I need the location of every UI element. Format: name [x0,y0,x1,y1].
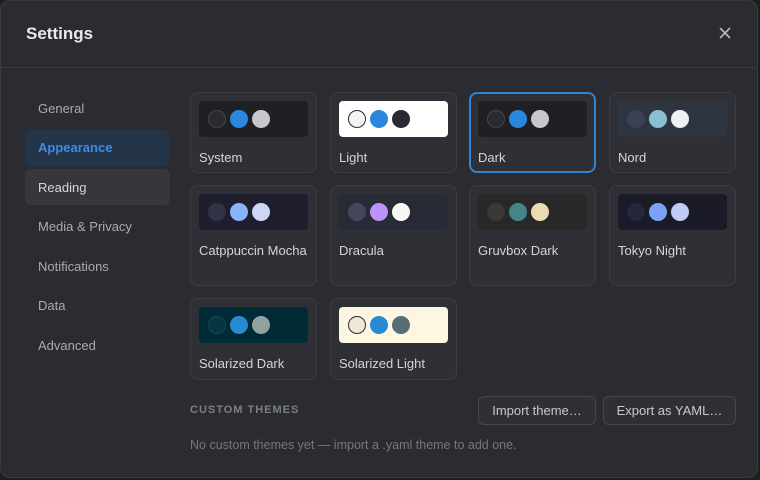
theme-card-label: Nord [618,150,647,165]
theme-card-label: Light [339,150,368,165]
theme-card-gruvbox-dark[interactable]: Gruvbox Dark [469,185,596,286]
theme-color-dot [531,110,549,128]
theme-color-dot [370,316,388,334]
theme-color-dot [487,203,505,221]
theme-color-dot [370,203,388,221]
theme-color-dot [208,110,226,128]
theme-color-dot [252,110,270,128]
theme-color-dot [392,110,410,128]
sidebar-item-label: Appearance [38,140,113,156]
theme-color-dot [252,203,270,221]
theme-card-label: Dracula [339,243,384,258]
sidebar-item-label: Notifications [38,258,109,274]
export-yaml-button[interactable]: Export as YAML… [603,396,736,425]
theme-color-dot [649,110,667,128]
sidebar-item-notifications[interactable]: Notifications [25,248,170,284]
theme-card-label: Solarized Light [339,356,425,371]
theme-preview-swatch [339,307,448,343]
sidebar-item-label: Data [38,298,66,314]
theme-color-dot [230,203,248,221]
theme-color-dot [230,316,248,334]
sidebar-item-label: Media & Privacy [38,219,132,235]
theme-color-dot [627,110,645,128]
theme-preview-swatch [339,101,448,137]
theme-card-label: Dark [478,150,506,165]
theme-color-dot [392,203,410,221]
theme-color-dot [671,203,689,221]
close-icon [719,27,731,39]
theme-preview-swatch [199,307,308,343]
theme-color-dot [348,203,366,221]
custom-themes-heading: CUSTOM THEMES [190,404,300,416]
theme-card-catppuccin-mocha[interactable]: Catppuccin Mocha [190,185,317,286]
theme-card-label: Solarized Dark [199,356,285,371]
theme-color-dot [348,316,366,334]
theme-card-label: Catppuccin Mocha [199,243,307,258]
sidebar-item-appearance[interactable]: Appearance [25,129,170,166]
sidebar-item-reading[interactable]: Reading [25,169,170,206]
theme-card-dark[interactable]: Dark [469,92,596,173]
import-theme-button[interactable]: Import theme… [478,396,596,425]
theme-preview-swatch [618,101,727,137]
theme-color-dot [208,316,226,334]
theme-color-dot [252,316,270,334]
theme-preview-swatch [478,101,587,137]
theme-preview-swatch [339,194,448,230]
theme-color-dot [671,110,689,128]
theme-card-tokyo-night[interactable]: Tokyo Night [609,185,736,286]
theme-preview-swatch [618,194,727,230]
theme-card-label: Tokyo Night [618,243,686,258]
theme-card-nord[interactable]: Nord [609,92,736,173]
close-button[interactable] [717,25,733,41]
theme-color-dot [509,203,527,221]
sidebar-item-data[interactable]: Data [25,288,170,324]
theme-color-dot [487,110,505,128]
sidebar-item-label: General [38,100,85,116]
dialog-title: Settings [26,24,94,43]
theme-color-dot [370,110,388,128]
theme-color-dot [531,203,549,221]
sidebar-item-media-privacy[interactable]: Media & Privacy [25,209,170,245]
theme-color-dot [627,203,645,221]
theme-preview-swatch [199,101,308,137]
sidebar-item-general[interactable]: General [25,90,170,126]
theme-card-label: System [199,150,243,165]
settings-dialog: Settings General Appearance Reading Media &… [0,0,758,478]
dialog-header: Settings [1,1,757,68]
settings-sidebar: General Appearance Reading Media & Privacy N… [25,90,170,367]
theme-color-dot [208,203,226,221]
theme-preview-swatch [478,194,587,230]
custom-themes-empty-message: No custom themes yet — import a .yaml th… [190,438,517,452]
theme-card-solarized-light[interactable]: Solarized Light [330,298,457,380]
sidebar-item-advanced[interactable]: Advanced [25,328,170,364]
theme-card-system[interactable]: System [190,92,317,173]
theme-card-light[interactable]: Light [330,92,457,173]
theme-color-dot [649,203,667,221]
theme-card-dracula[interactable]: Dracula [330,185,457,286]
theme-card-label: Gruvbox Dark [478,243,559,258]
theme-color-dot [392,316,410,334]
theme-card-solarized-dark[interactable]: Solarized Dark [190,298,317,380]
theme-color-dot [348,110,366,128]
theme-color-dot [230,110,248,128]
theme-preview-swatch [199,194,308,230]
theme-color-dot [509,110,527,128]
sidebar-item-label: Reading [38,179,87,195]
sidebar-item-label: Advanced [38,338,96,354]
